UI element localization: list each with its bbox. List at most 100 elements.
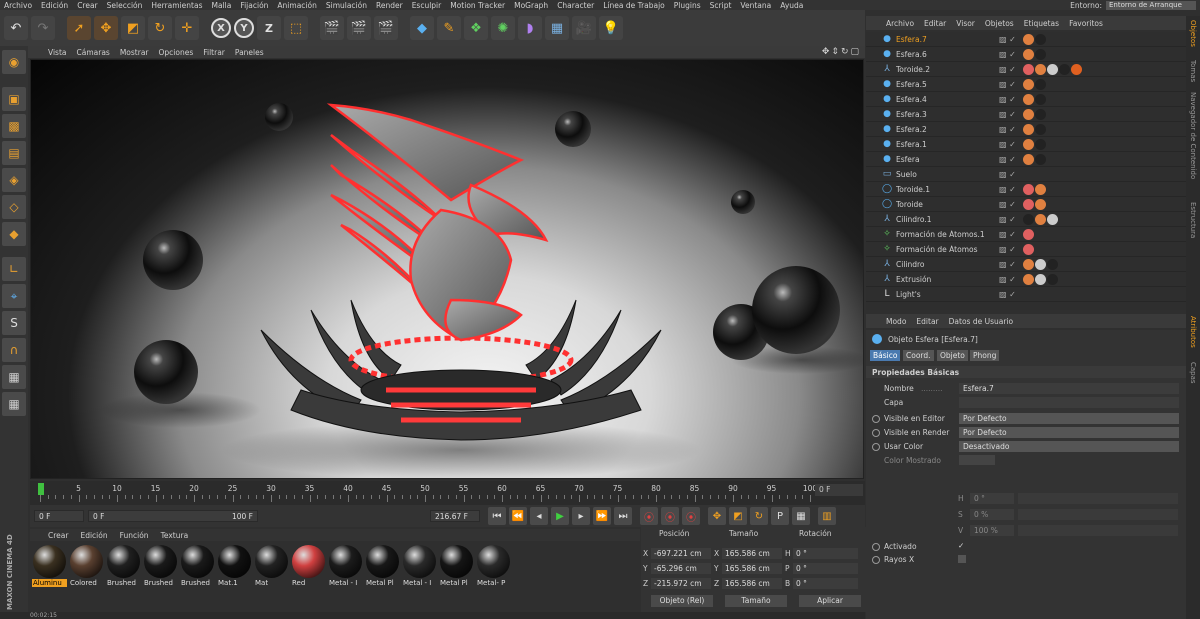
camera-icon[interactable]: 🎥: [572, 16, 596, 40]
visibility-toggle[interactable]: ▨ ✓: [999, 95, 1023, 104]
position-field[interactable]: -697.221 cm: [651, 547, 711, 559]
active-checkbox[interactable]: ✓: [958, 541, 964, 550]
viewport-menu-opciones[interactable]: Opciones: [159, 48, 194, 57]
size-field[interactable]: 165.586 cm: [722, 547, 782, 559]
range-slider[interactable]: 0 F 100 F: [88, 510, 258, 522]
editor-radio[interactable]: [872, 415, 880, 423]
tag-icon[interactable]: [1035, 123, 1046, 135]
parameter-key-icon[interactable]: P: [771, 507, 789, 525]
tag-icon[interactable]: [1023, 108, 1034, 120]
axis-mode-icon[interactable]: ∟: [2, 257, 26, 281]
tag-icon[interactable]: [1059, 63, 1070, 75]
material-swatch[interactable]: Mat.1: [217, 545, 252, 611]
visibility-toggle[interactable]: ▨ ✓: [999, 110, 1023, 119]
visibility-toggle[interactable]: ▨ ✓: [999, 125, 1023, 134]
material-swatch[interactable]: Brushed: [180, 545, 215, 611]
size-field[interactable]: 165.586 cm: [722, 577, 782, 589]
material-swatch[interactable]: Metal Pl: [439, 545, 474, 611]
polygons-mode-icon[interactable]: ◆: [2, 222, 26, 246]
object-row[interactable]: ● Esfera.5 ▨ ✓: [866, 77, 1186, 92]
scale-icon[interactable]: ◩: [121, 16, 145, 40]
object-row[interactable]: L Light's ▨ ✓: [866, 287, 1186, 302]
visibility-toggle[interactable]: ▨ ✓: [999, 140, 1023, 149]
go-to-start-icon[interactable]: ⏮: [488, 507, 506, 525]
size-field[interactable]: 165.586 cm: [722, 562, 782, 574]
menu-plugins[interactable]: Plugins: [674, 1, 701, 10]
tag-icon[interactable]: [1023, 63, 1034, 75]
tag-icon[interactable]: [1071, 63, 1082, 75]
visibility-toggle[interactable]: ▨ ✓: [999, 35, 1023, 44]
h-slider[interactable]: [1018, 493, 1178, 504]
obj-menu-etiquetas[interactable]: Etiquetas: [1024, 19, 1059, 28]
object-row[interactable]: ⅄ Toroide.2 ▨ ✓: [866, 62, 1186, 77]
visibility-toggle[interactable]: ▨ ✓: [999, 200, 1023, 209]
obj-menu-visor[interactable]: Visor: [956, 19, 975, 28]
live-select-icon[interactable]: ✛: [175, 16, 199, 40]
tag-icon[interactable]: [1035, 258, 1046, 270]
scale-key-icon[interactable]: ◩: [729, 507, 747, 525]
visibility-toggle[interactable]: ▨ ✓: [999, 185, 1023, 194]
cloner-icon[interactable]: ✺: [491, 16, 515, 40]
size-mode-select[interactable]: Tamaño: [725, 595, 787, 607]
render-viewport[interactable]: [30, 59, 864, 479]
menu-motion-tracker[interactable]: Motion Tracker: [450, 1, 505, 10]
rotation-field[interactable]: 0 °: [793, 547, 858, 559]
menu-linea-de-trabajo[interactable]: Línea de Trabajo: [603, 1, 665, 10]
tab-phong[interactable]: Phong: [970, 350, 1000, 361]
tag-icon[interactable]: [1035, 138, 1046, 150]
pen-icon[interactable]: ✎: [437, 16, 461, 40]
tab-objeto[interactable]: Objeto: [937, 350, 968, 361]
rotation-key-icon[interactable]: ↻: [750, 507, 768, 525]
visibility-toggle[interactable]: ▨ ✓: [999, 155, 1023, 164]
s-field[interactable]: 0 %: [970, 509, 1014, 520]
tag-icon[interactable]: [1035, 48, 1046, 60]
material-menu-edicion[interactable]: Edición: [80, 531, 107, 540]
color-radio[interactable]: [872, 443, 880, 451]
viewport-menu-vista[interactable]: Vista: [48, 48, 67, 57]
move-icon[interactable]: ✥: [94, 16, 118, 40]
tag-icon[interactable]: [1035, 78, 1046, 90]
object-row[interactable]: ⅄ Cilindro.1 ▨ ✓: [866, 212, 1186, 227]
visibility-toggle[interactable]: ▨ ✓: [999, 215, 1023, 224]
object-row[interactable]: ● Esfera.6 ▨ ✓: [866, 47, 1186, 62]
current-frame-field[interactable]: 0 F: [815, 484, 863, 496]
workplane-icon[interactable]: ▤: [2, 141, 26, 165]
menu-script[interactable]: Script: [710, 1, 732, 10]
tag-icon[interactable]: [1047, 273, 1058, 285]
tag-icon[interactable]: [1035, 153, 1046, 165]
v-field[interactable]: 100 %: [970, 525, 1014, 536]
side-tab-capas[interactable]: Capas: [1189, 362, 1197, 384]
timeline-ruler[interactable]: 0510152025303540455055606570758085909510…: [36, 483, 817, 505]
render-settings-icon[interactable]: 🎬: [374, 16, 398, 40]
end-frame-field[interactable]: 216.67 F: [430, 510, 480, 522]
viewport-menu-camaras[interactable]: Cámaras: [77, 48, 110, 57]
object-row[interactable]: ● Esfera ▨ ✓: [866, 152, 1186, 167]
tag-icon[interactable]: [1023, 273, 1034, 285]
tag-icon[interactable]: [1035, 198, 1046, 210]
menu-crear[interactable]: Crear: [77, 1, 97, 10]
render-view-icon[interactable]: 🎬: [320, 16, 344, 40]
h-field[interactable]: 0 °: [970, 493, 1014, 504]
menu-malla[interactable]: Malla: [211, 1, 231, 10]
menu-character[interactable]: Character: [557, 1, 594, 10]
tag-icon[interactable]: [1035, 213, 1046, 225]
menu-esculpir[interactable]: Esculpir: [412, 1, 442, 10]
tag-icon[interactable]: [1023, 93, 1034, 105]
env-select[interactable]: Entorno de Arranque: [1106, 0, 1196, 10]
obj-menu-archivo[interactable]: Archivo: [886, 19, 914, 28]
viewport-nav-icons[interactable]: ✥⇕↻▢: [822, 47, 861, 57]
tag-icon[interactable]: [1023, 243, 1034, 255]
tag-icon[interactable]: [1023, 48, 1034, 60]
menu-simulacion[interactable]: Simulación: [326, 1, 367, 10]
position-field[interactable]: -65.296 cm: [651, 562, 711, 574]
make-editable-icon[interactable]: ◉: [2, 50, 26, 74]
object-row[interactable]: ● Esfera.4 ▨ ✓: [866, 92, 1186, 107]
menu-archivo[interactable]: Archivo: [4, 1, 32, 10]
material-menu-textura[interactable]: Textura: [161, 531, 189, 540]
material-swatch[interactable]: Metal - I: [328, 545, 363, 611]
apply-button[interactable]: Aplicar: [799, 595, 861, 607]
timeline-window-icon[interactable]: ▥: [818, 507, 836, 525]
tag-icon[interactable]: [1023, 138, 1034, 150]
editor-select[interactable]: Por Defecto: [959, 413, 1179, 424]
object-row[interactable]: ● Esfera.7 ▨ ✓: [866, 32, 1186, 47]
